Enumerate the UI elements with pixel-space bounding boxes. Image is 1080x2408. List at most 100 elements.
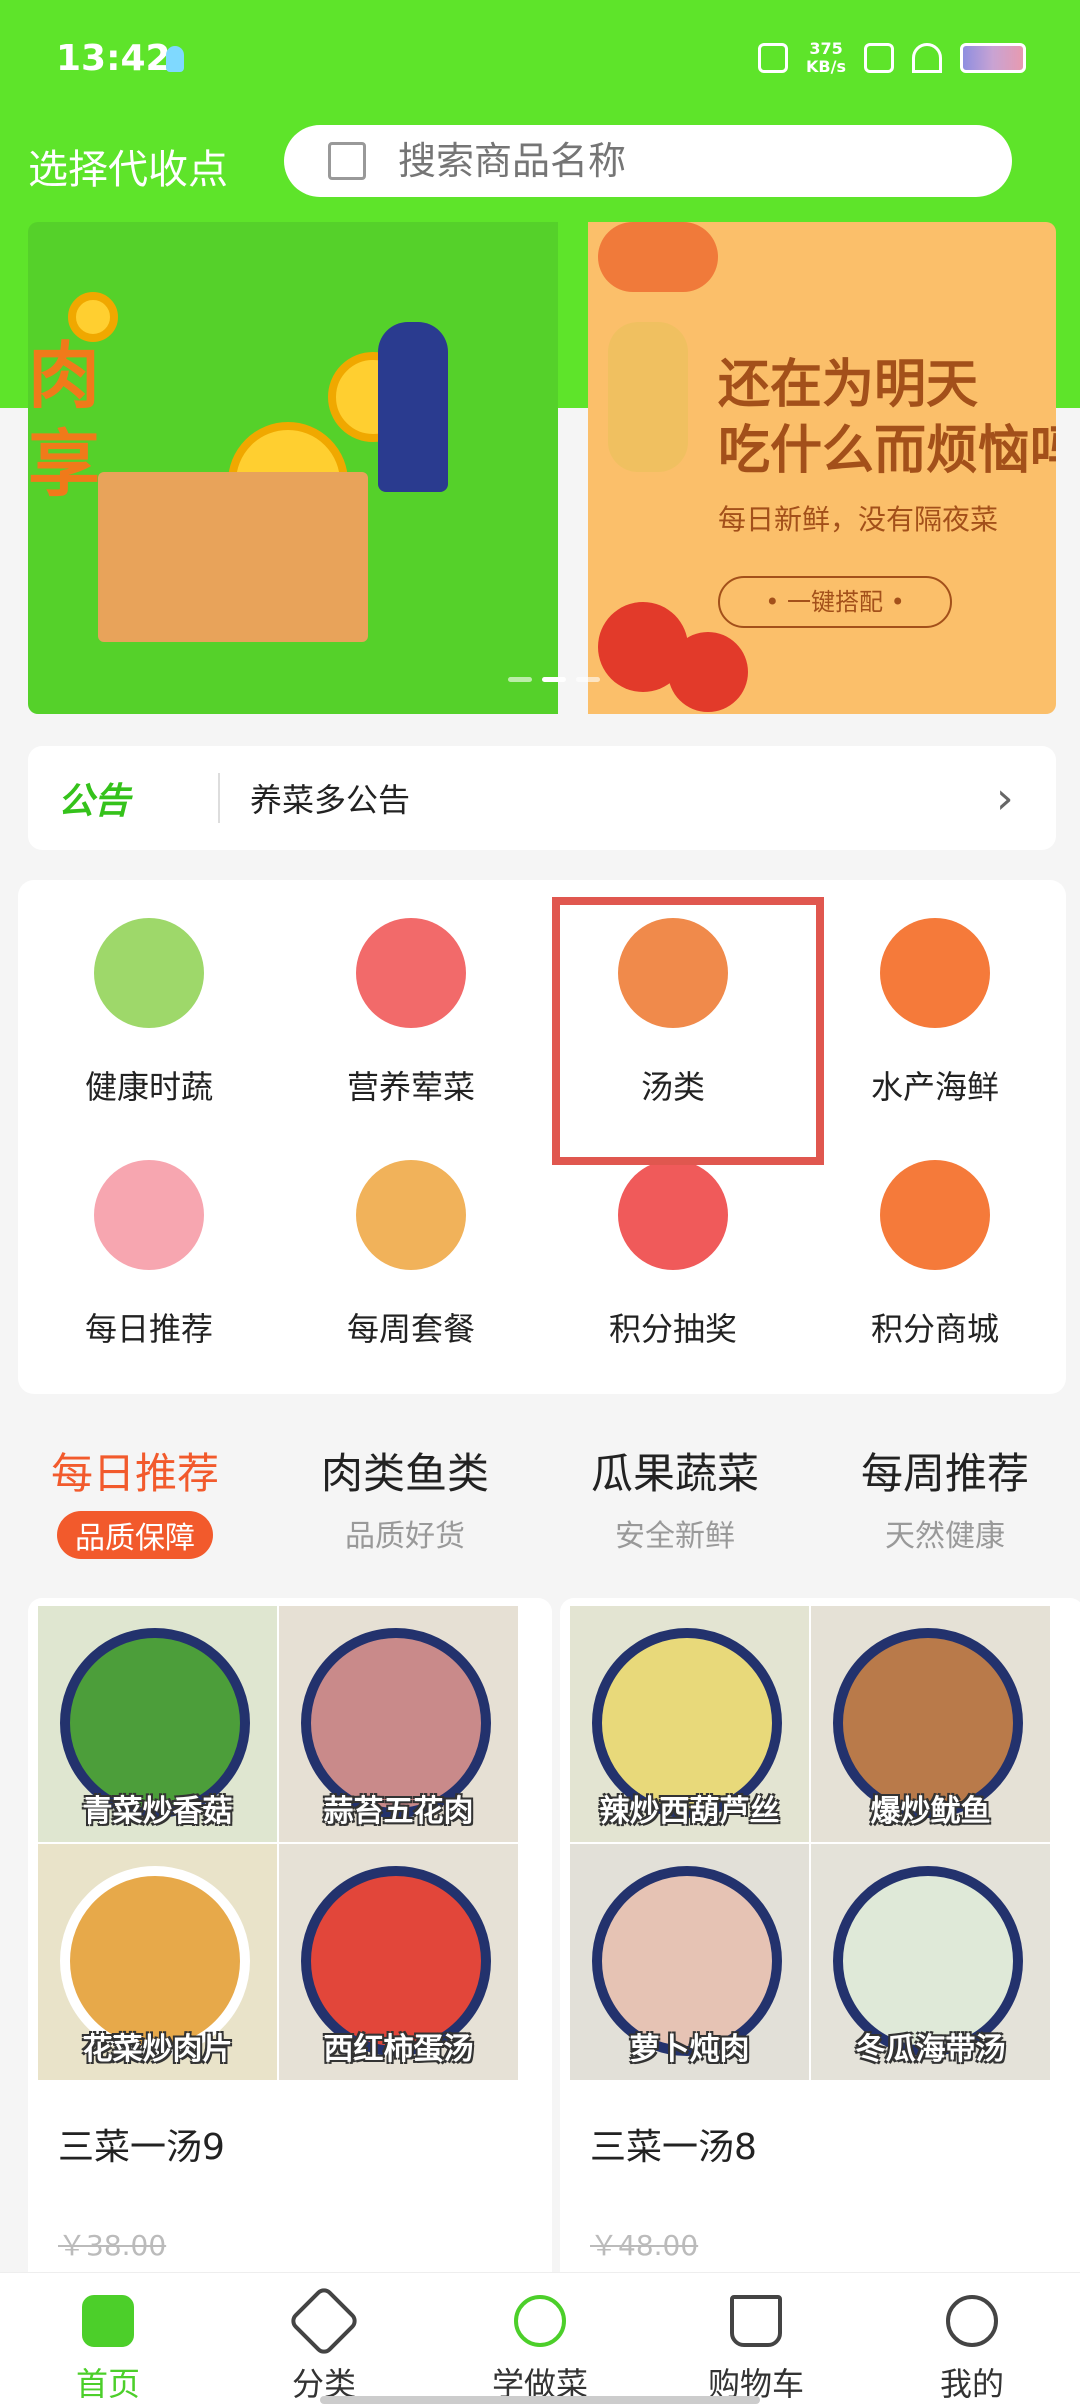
vegetable-icon (94, 918, 204, 1028)
banner-slide1-text: 肉 享 (28, 334, 101, 506)
tab-subtitle: 天然健康 (885, 1519, 1005, 1554)
tab-meat-fish[interactable]: 肉类鱼类 品质好货 (270, 1440, 540, 1560)
profile-icon (946, 2295, 998, 2347)
pickup-point-selector[interactable]: 选择代收点 (28, 137, 228, 195)
banner-slide2-subtitle: 每日新鲜，没有隔夜菜 (718, 503, 999, 536)
battery-icon (960, 43, 1026, 73)
soup-highlight-box (552, 897, 824, 1165)
home-icon (82, 2295, 134, 2347)
dish-label: 冬瓜海带汤 (855, 2032, 1006, 2067)
close-box-icon (864, 43, 894, 73)
dish-photo: 蒜苔五花肉 (279, 1606, 518, 1842)
tab-daily-recommend[interactable]: 每日推荐 品质保障 (0, 1440, 270, 1560)
carousel-dot (542, 677, 566, 682)
coin-icon (68, 292, 118, 342)
category-grid: 健康时蔬 营养荤菜 汤类 水产海鲜 每日推荐 每周套餐 积分抽奖 积分商城 (18, 880, 1066, 1394)
nav-learn-cooking[interactable]: 学做菜 (432, 2273, 648, 2408)
dish-photo: 花菜炒肉片 (38, 1844, 277, 2080)
nav-label: 首页 (75, 2365, 140, 2403)
coupon-icon (618, 1160, 728, 1270)
platter-icon (356, 1160, 466, 1270)
one-click-match-button[interactable]: • 一键搭配 • (718, 576, 952, 628)
nav-category[interactable]: 分类 (216, 2273, 432, 2408)
dish-label: 花菜炒肉片 (82, 2032, 233, 2067)
dish-photo: 辣炒西葫芦丝 (570, 1606, 809, 1842)
announcement-bar[interactable]: 公告 养菜多公告 › (28, 746, 1056, 850)
cook-icon (514, 2295, 566, 2347)
carousel-dot (576, 677, 600, 682)
package-icon (328, 142, 366, 180)
wifi-icon (912, 43, 942, 73)
status-time: 13:42 (56, 38, 171, 79)
product-price: ￥48.00 (590, 2229, 699, 2262)
carousel-dot (508, 677, 532, 682)
top-header: 选择代收点 (0, 125, 1080, 205)
announcement-logo: 公告 (58, 781, 131, 822)
carrot-illustration (598, 222, 718, 292)
nav-home[interactable]: 首页 (0, 2273, 216, 2408)
gesture-bar[interactable] (320, 2396, 760, 2404)
category-points-mall[interactable]: 积分商城 (804, 1140, 1066, 1382)
tab-title: 每周推荐 (860, 1449, 1029, 1498)
tab-subtitle: 安全新鲜 (615, 1519, 735, 1554)
category-label: 积分商城 (870, 1310, 999, 1348)
category-icon (287, 2284, 361, 2358)
product-card[interactable]: 青菜炒香菇 蒜苔五花肉 花菜炒肉片 西红柿蛋汤 三菜一汤9 ￥38.00 (28, 1598, 552, 2298)
nav-label: 我的 (939, 2365, 1004, 2403)
category-points-lottery[interactable]: 积分抽奖 (542, 1140, 804, 1382)
category-label: 健康时蔬 (84, 1068, 213, 1106)
status-icons: 375 KB/s (758, 40, 1026, 76)
dish-label: 蒜苔五花肉 (323, 1794, 474, 1829)
gift-box-illustration (98, 472, 368, 642)
product-image: 青菜炒香菇 蒜苔五花肉 花菜炒肉片 西红柿蛋汤 (38, 1606, 518, 2080)
tab-subtitle: 品质好货 (345, 1519, 465, 1554)
banner-slide-2[interactable]: 还在为明天 吃什么而烦恼吗 每日新鲜，没有隔夜菜 • 一键搭配 • (588, 222, 1056, 714)
product-image: 辣炒西葫芦丝 爆炒鱿鱼 萝卜炖肉 冬瓜海带汤 (570, 1606, 1050, 2080)
banner-slide-1[interactable]: 肉 享 (28, 222, 558, 714)
dish-label: 西红柿蛋汤 (323, 2032, 474, 2067)
category-daily-recommend[interactable]: 每日推荐 (18, 1140, 280, 1382)
net-speed: 375 KB/s (806, 40, 846, 76)
status-bar: 13:42 375 KB/s (0, 0, 1080, 120)
search-input[interactable] (398, 139, 958, 183)
bottom-navigation: 首页 分类 学做菜 购物车 我的 (0, 2272, 1080, 2408)
recommend-tabs: 每日推荐 品质保障 肉类鱼类 品质好货 瓜果蔬菜 安全新鲜 每周推荐 天然健康 (0, 1440, 1080, 1560)
carousel-indicator (508, 677, 600, 682)
nav-profile[interactable]: 我的 (864, 2273, 1080, 2408)
tab-title: 肉类鱼类 (320, 1449, 489, 1498)
shrimp-icon (880, 918, 990, 1028)
tab-subtitle: 品质保障 (57, 1511, 213, 1559)
dish-photo: 冬瓜海带汤 (811, 1844, 1050, 2080)
product-name: 三菜一汤8 (590, 2127, 757, 2168)
tab-title: 每日推荐 (50, 1449, 219, 1498)
dish-label: 爆炒鱿鱼 (870, 1794, 991, 1829)
product-price: ￥38.00 (58, 2229, 167, 2262)
dish-photo: 萝卜炖肉 (570, 1844, 809, 2080)
dish-label: 辣炒西葫芦丝 (599, 1794, 780, 1829)
category-label: 每周套餐 (346, 1310, 475, 1348)
dish-label: 萝卜炖肉 (629, 2032, 750, 2067)
category-weekly-package[interactable]: 每周套餐 (280, 1140, 542, 1382)
category-vegetables[interactable]: 健康时蔬 (18, 898, 280, 1140)
tab-fruit-veg[interactable]: 瓜果蔬菜 安全新鲜 (540, 1440, 810, 1560)
promo-banner-carousel[interactable]: 肉 享 还在为明天 吃什么而烦恼吗 每日新鲜，没有隔夜菜 • 一键搭配 • (28, 222, 1056, 714)
tab-weekly-recommend[interactable]: 每周推荐 天然健康 (810, 1440, 1080, 1560)
product-card[interactable]: 辣炒西葫芦丝 爆炒鱿鱼 萝卜炖肉 冬瓜海带汤 三菜一汤8 ￥48.00 (560, 1598, 1080, 2298)
category-label: 水产海鲜 (870, 1068, 999, 1106)
notification-icon (166, 46, 184, 72)
search-bar[interactable] (284, 125, 1012, 197)
meat-icon (356, 918, 466, 1028)
calendar-icon (94, 1160, 204, 1270)
tomato-illustration (668, 632, 748, 712)
category-meat[interactable]: 营养荤菜 (280, 898, 542, 1140)
chevron-right-icon: › (996, 772, 1014, 824)
dish-photo: 青菜炒香菇 (38, 1606, 277, 1842)
cart-icon (730, 2295, 782, 2347)
nav-cart[interactable]: 购物车 (648, 2273, 864, 2408)
category-seafood[interactable]: 水产海鲜 (804, 898, 1066, 1140)
category-label: 积分抽奖 (608, 1310, 737, 1348)
net-speed-unit: KB/s (806, 57, 846, 76)
dish-photo: 西红柿蛋汤 (279, 1844, 518, 2080)
person-illustration (378, 322, 448, 492)
dish-photo: 爆炒鱿鱼 (811, 1606, 1050, 1842)
